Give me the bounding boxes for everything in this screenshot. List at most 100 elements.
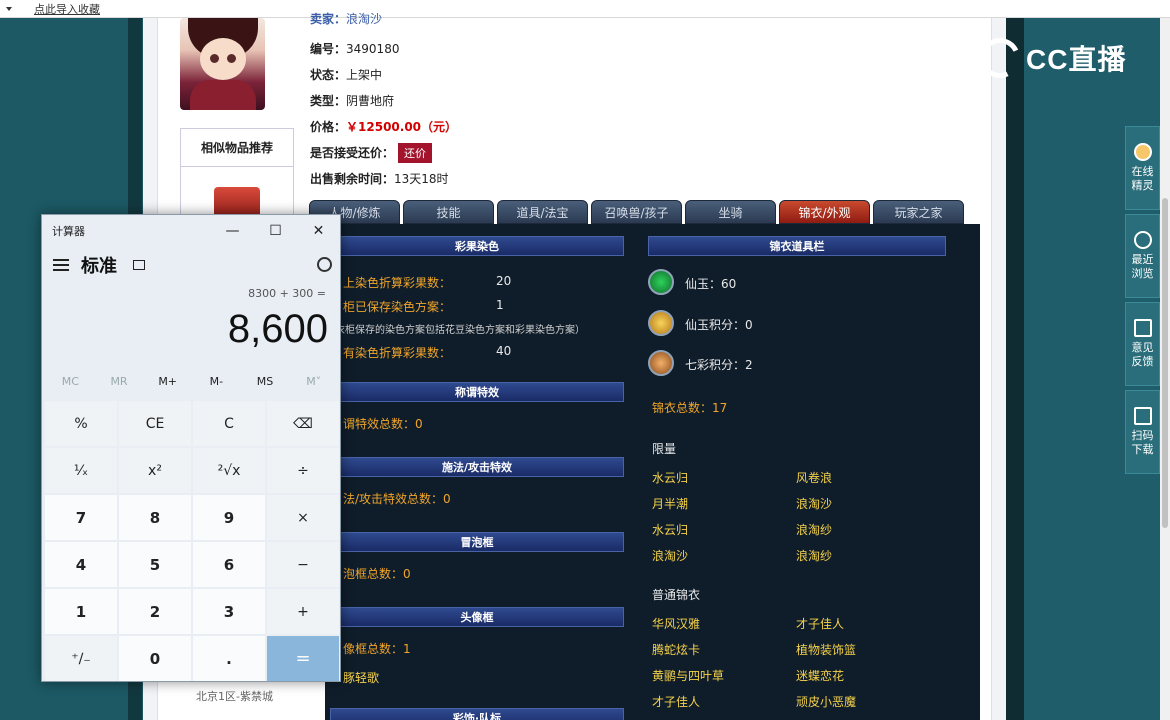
clear-entry-button[interactable]: CE	[119, 401, 191, 446]
tab-home[interactable]: 玩家之家	[873, 200, 964, 224]
remaining-time-value: 13天18时	[394, 172, 449, 186]
digit-7-button[interactable]: 7	[45, 495, 117, 540]
section-team-badge-header: 彩饰·队标	[330, 708, 624, 720]
square-button[interactable]: x²	[119, 448, 191, 493]
tab-pets[interactable]: 召唤兽/孩子	[591, 200, 682, 224]
sqrt-button[interactable]: ²√x	[193, 448, 265, 493]
calculator-keypad: % CE C ⌫ ¹⁄ₓ x² ²√x ÷ 7 8 9 × 4 5 6 − 1 …	[45, 401, 339, 681]
calculator-title: 计算器	[52, 225, 85, 238]
bargain-button[interactable]: 还价	[398, 143, 433, 163]
backspace-button[interactable]: ⌫	[267, 401, 339, 446]
normal-item: 腾蛇炫卡	[652, 643, 701, 657]
xianyu-icon	[648, 269, 674, 295]
avatar-frame-total: 像框总数：1	[343, 642, 411, 656]
normal-item: 才子佳人	[652, 695, 701, 709]
memory-row: MC MR M+ M- MS M˅	[46, 375, 338, 397]
status-value: 上架中	[346, 68, 383, 82]
calculator-window: 计算器 — ☐ ✕ 标准 8300 + 300 = 8,600 MC MR M+…	[41, 214, 341, 682]
maximize-button[interactable]: ☐	[254, 215, 297, 247]
limited-item: 水云归	[652, 523, 689, 537]
detail-tabs: 人物/修炼 技能 道具/法宝 召唤兽/孩子 坐骑 锦衣/外观 玩家之家	[309, 200, 964, 224]
type-value: 阴曹地府	[346, 94, 395, 108]
sidebar-online-assistant[interactable]: 在线 精灵	[1125, 126, 1160, 210]
percent-button[interactable]: %	[45, 401, 117, 446]
sidebar-scan-download[interactable]: 扫码 下载	[1125, 390, 1160, 474]
scan-icon	[1133, 407, 1152, 425]
negate-button[interactable]: ⁺∕₋	[45, 636, 117, 681]
page-border-right	[1006, 18, 1024, 720]
tab-appearance[interactable]: 锦衣/外观	[779, 200, 870, 224]
import-bookmarks-link[interactable]: 点此导入收藏	[34, 1, 100, 17]
reciprocal-button[interactable]: ¹⁄ₓ	[45, 448, 117, 493]
subtract-button[interactable]: −	[267, 542, 339, 587]
section-attack-effect-header: 施法/攻击特效	[330, 457, 624, 477]
clear-button[interactable]: C	[193, 401, 265, 446]
price-line: 价格：￥12500.00（元）	[310, 120, 458, 134]
page-scrollbar[interactable]	[1160, 18, 1170, 720]
bookmark-caret-icon[interactable]	[6, 6, 12, 11]
minimize-button[interactable]: —	[211, 215, 254, 247]
dye-row-1-value: 20	[496, 274, 512, 288]
appearance-panel: 彩果染色 上染色折算彩果数： 20 柜已保存染色方案： 1 衣柜保存的染色方案包…	[325, 224, 980, 720]
section-wardrobe-header: 锦衣道具栏	[648, 236, 946, 256]
digit-0-button[interactable]: 0	[119, 636, 191, 681]
edit-icon	[1133, 319, 1152, 337]
decimal-button[interactable]: .	[193, 636, 265, 681]
qicai-points-value: 七彩积分：2	[685, 358, 753, 372]
qicai-points-icon	[648, 350, 674, 376]
digit-8-button[interactable]: 8	[119, 495, 191, 540]
digit-4-button[interactable]: 4	[45, 542, 117, 587]
add-button[interactable]: +	[267, 589, 339, 634]
memory-clear-button[interactable]: MC	[46, 375, 95, 397]
calculator-mode: 标准	[81, 256, 117, 277]
equals-button[interactable]: =	[267, 636, 339, 681]
multiply-button[interactable]: ×	[267, 495, 339, 540]
dye-row-2-value: 1	[496, 298, 504, 312]
tab-skills[interactable]: 技能	[403, 200, 494, 224]
history-icon[interactable]	[317, 257, 332, 272]
section-avatar-frame-header: 头像框	[330, 607, 624, 627]
assistant-avatar-icon	[1133, 143, 1152, 161]
digit-5-button[interactable]: 5	[119, 542, 191, 587]
limited-item: 浪淘沙	[796, 497, 833, 511]
xianyu-points-icon	[648, 310, 674, 336]
digit-9-button[interactable]: 9	[193, 495, 265, 540]
title-effect-total: 谓特效总数：0	[343, 417, 423, 431]
bargain-line: 是否接受还价： 还价	[310, 143, 433, 163]
calculator-expression: 8300 + 300 =	[248, 287, 326, 300]
section-title-effect-header: 称谓特效	[330, 382, 624, 402]
sidebar-feedback[interactable]: 意见 反馈	[1125, 302, 1160, 386]
normal-title: 普通锦衣	[652, 588, 701, 602]
close-button[interactable]: ✕	[297, 215, 340, 247]
keep-on-top-icon[interactable]	[133, 260, 145, 270]
digit-3-button[interactable]: 3	[193, 589, 265, 634]
server-text: 北京1区-紫禁城	[196, 690, 273, 703]
memory-store-button[interactable]: MS	[241, 375, 290, 397]
scrollbar-thumb[interactable]	[1162, 198, 1168, 528]
section-bubble-header: 冒泡框	[330, 532, 624, 552]
dye-row-3-value: 40	[496, 344, 512, 358]
digit-2-button[interactable]: 2	[119, 589, 191, 634]
tab-mounts[interactable]: 坐骑	[685, 200, 776, 224]
item-id: 3490180	[346, 42, 400, 56]
memory-recall-button[interactable]: MR	[95, 375, 144, 397]
menu-icon[interactable]	[53, 259, 69, 271]
xianyu-points-value: 仙玉积分：0	[685, 318, 753, 332]
attack-effect-total: 法/攻击特效总数：0	[343, 492, 451, 506]
digit-1-button[interactable]: 1	[45, 589, 117, 634]
memory-list-button[interactable]: M˅	[289, 375, 338, 397]
normal-item: 才子佳人	[796, 617, 845, 631]
normal-item: 迷蝶恋花	[796, 669, 845, 683]
section-dye-header: 彩果染色	[330, 236, 624, 256]
type-line: 类型：阴曹地府	[310, 94, 395, 108]
memory-subtract-button[interactable]: M-	[192, 375, 241, 397]
sidebar-recent-views[interactable]: 最近 浏览	[1125, 214, 1160, 298]
limited-item: 水云归	[652, 471, 689, 485]
limited-item: 浪淘沙	[652, 549, 689, 563]
digit-6-button[interactable]: 6	[193, 542, 265, 587]
xianyu-value: 仙玉：60	[685, 277, 737, 291]
memory-add-button[interactable]: M+	[143, 375, 192, 397]
normal-item: 黄鹂与四叶草	[652, 669, 725, 683]
tab-items[interactable]: 道具/法宝	[497, 200, 588, 224]
divide-button[interactable]: ÷	[267, 448, 339, 493]
